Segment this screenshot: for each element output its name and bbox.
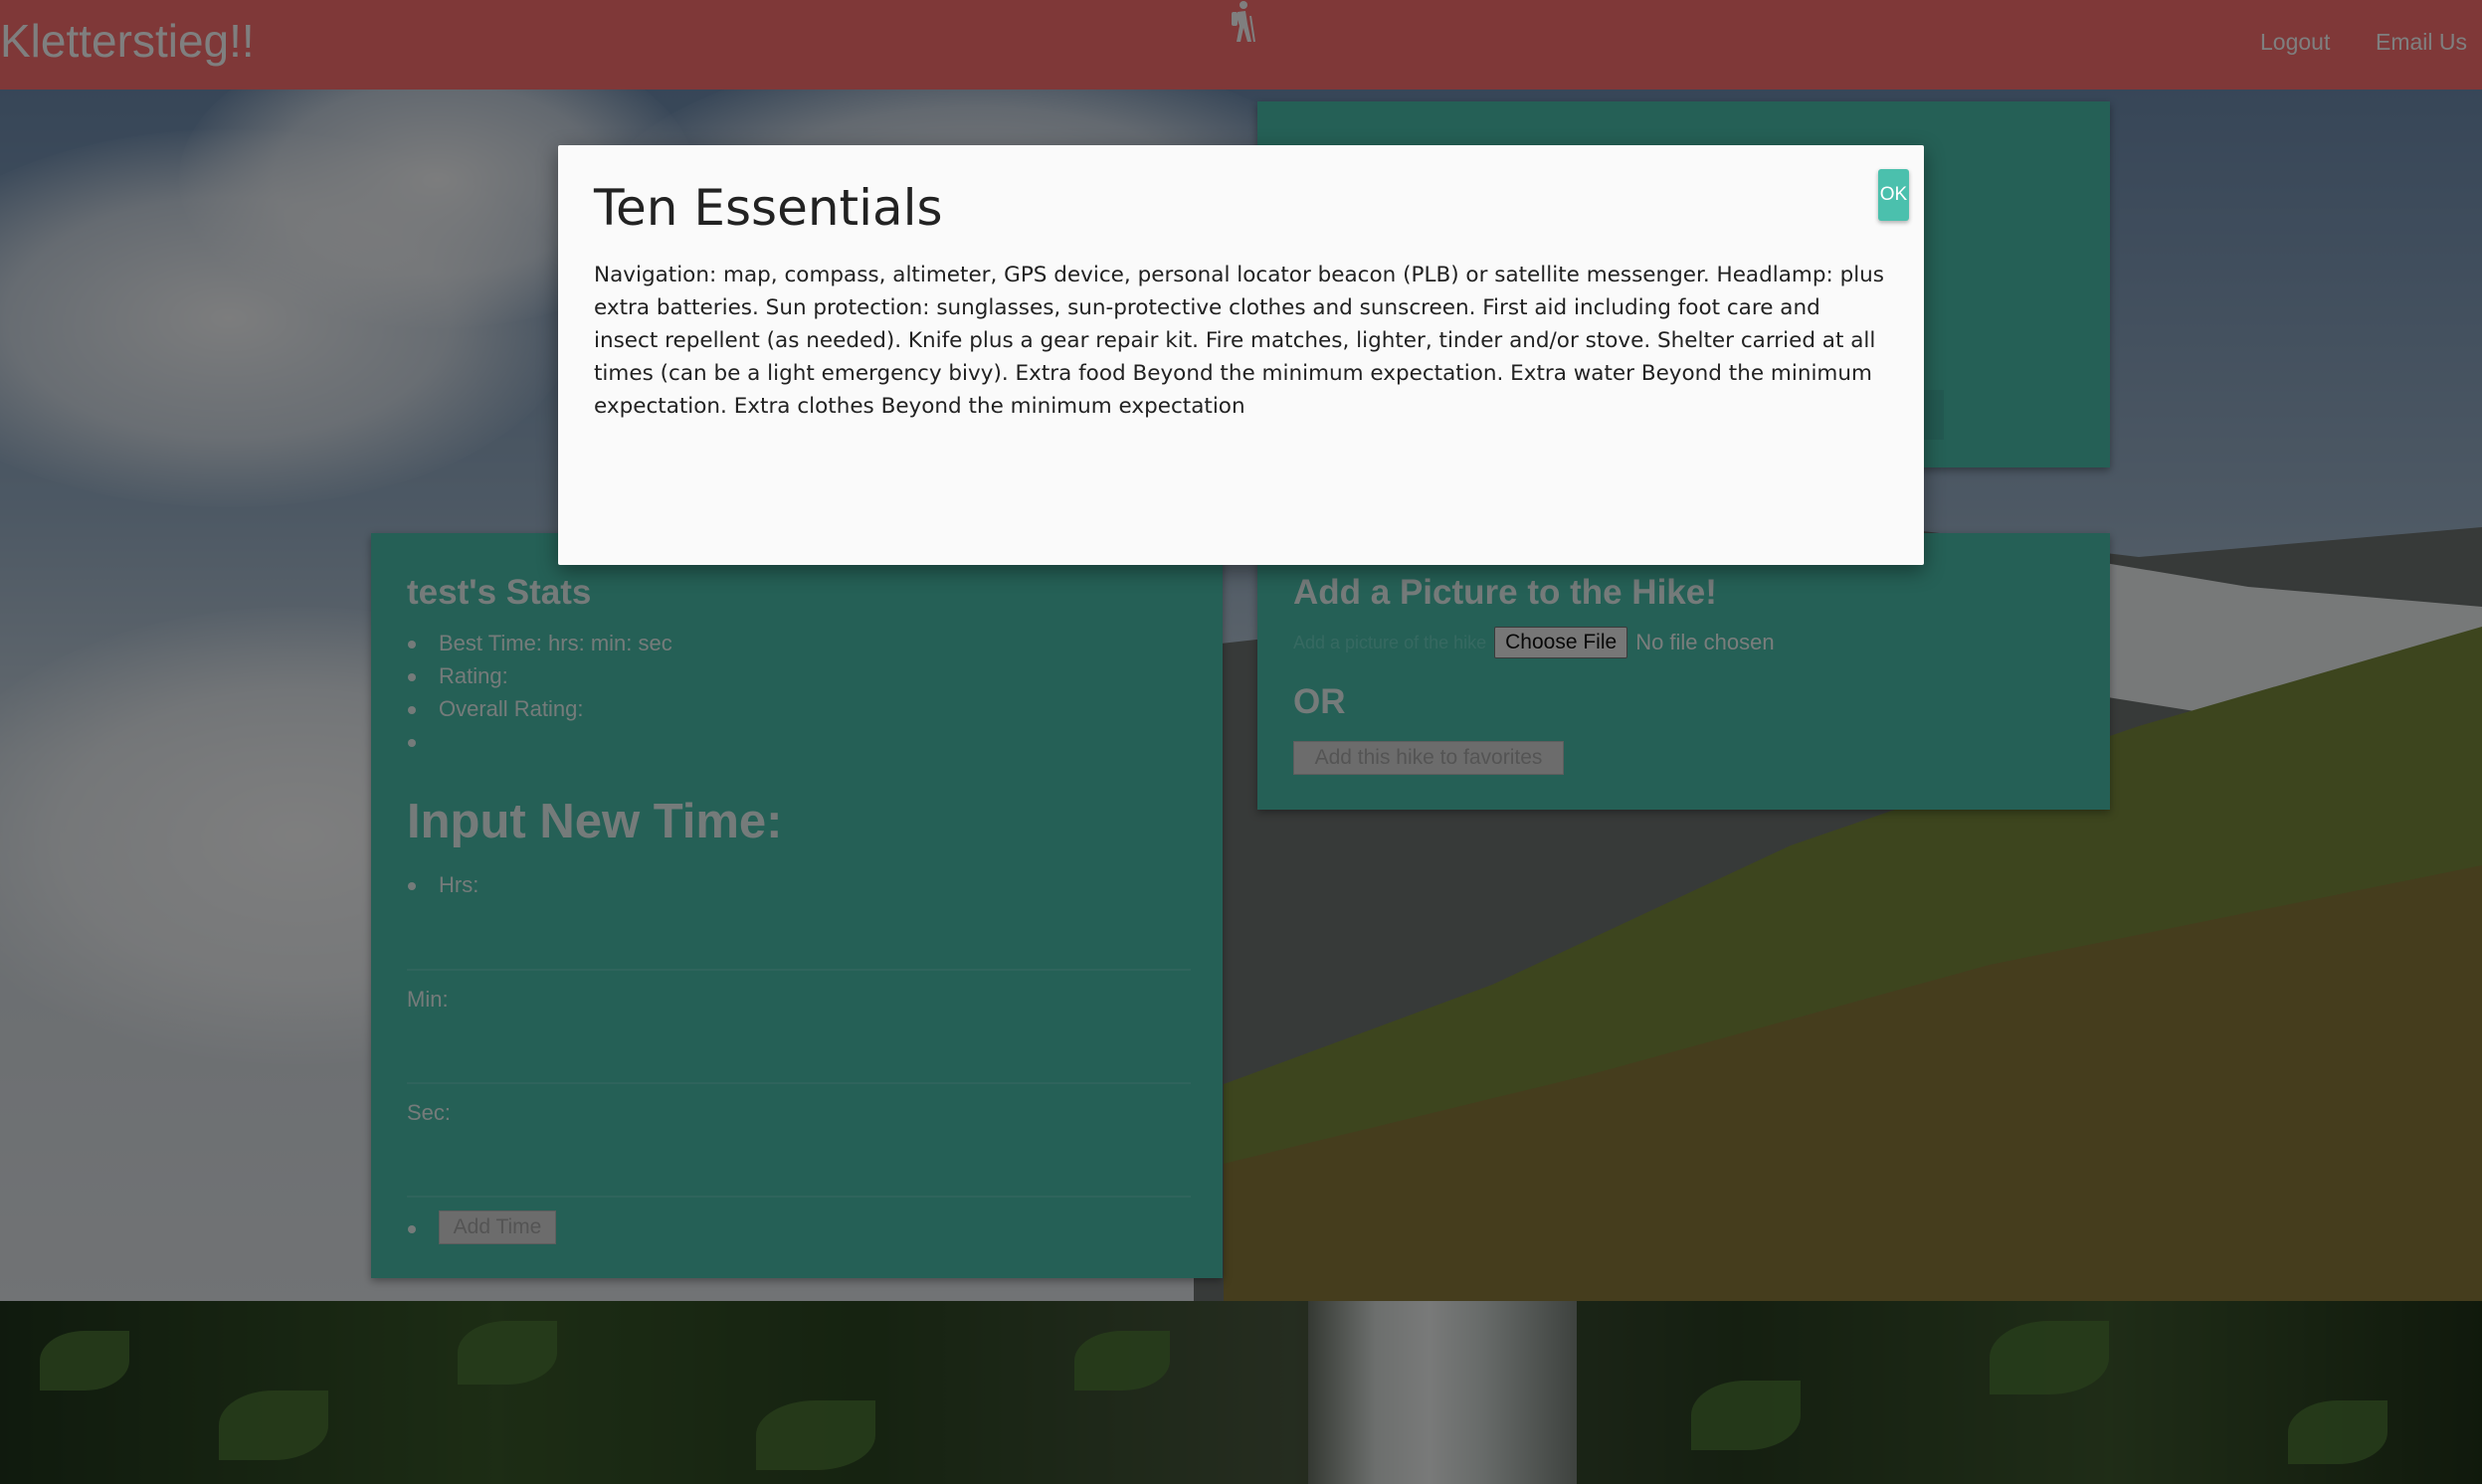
modal-body-text: Navigation: map, compass, altimeter, GPS… bbox=[594, 263, 1885, 419]
ten-essentials-modal: Ten Essentials Navigation: map, compass,… bbox=[558, 145, 1924, 565]
ok-button[interactable]: OK bbox=[1878, 169, 1909, 221]
page: Kletterstieg!! Logout Email Us test's St… bbox=[0, 0, 2482, 1484]
modal-title: Ten Essentials bbox=[594, 179, 943, 237]
